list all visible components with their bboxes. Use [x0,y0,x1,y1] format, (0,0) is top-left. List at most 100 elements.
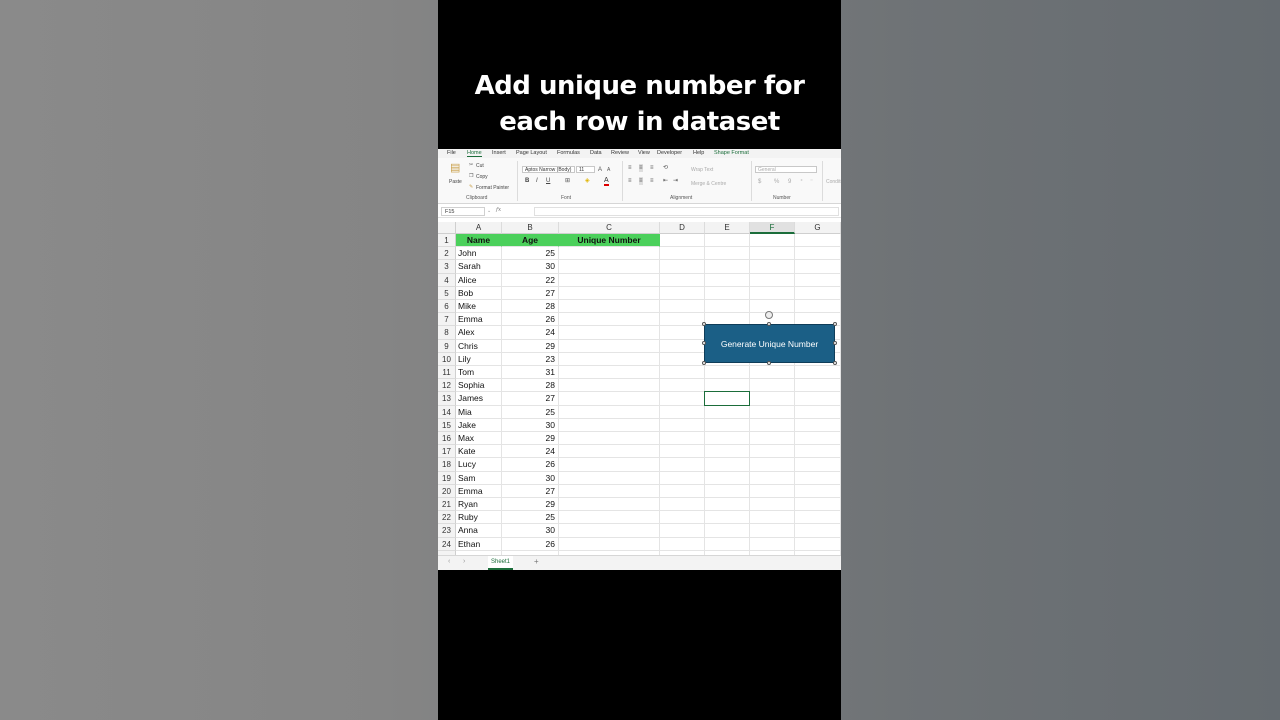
row-header[interactable]: 18 [438,458,456,472]
cell[interactable] [559,524,660,538]
cell[interactable] [559,260,660,274]
cell[interactable] [795,458,841,472]
header-cell-name[interactable]: Name [456,234,502,248]
align-left-icon[interactable]: ≡ [628,177,632,185]
formula-input[interactable] [534,207,839,216]
cell[interactable] [660,313,705,327]
row-header[interactable]: 19 [438,471,456,485]
cell[interactable] [795,445,841,459]
cell[interactable] [660,418,705,432]
cell[interactable] [660,286,705,300]
cell[interactable] [705,471,750,485]
number-format-select[interactable]: General [755,166,817,173]
worksheet-grid[interactable]: A B C D E F G 1 Name Age Unique Number 2 John… [438,221,841,555]
cell[interactable] [559,339,660,353]
cell[interactable] [795,234,841,248]
increase-decimal-icon[interactable]: ⁺ [800,178,803,186]
comma-icon[interactable]: 9 [788,178,791,186]
fill-color-icon[interactable]: ◈ [585,177,590,185]
cell[interactable] [705,234,750,248]
cell-name[interactable]: Alex [456,326,502,340]
cell[interactable] [750,273,795,287]
cell[interactable] [750,471,795,485]
cell-name[interactable]: Kate [456,445,502,459]
tab-file[interactable]: File [447,150,456,156]
cell[interactable] [750,511,795,525]
cell[interactable] [750,300,795,314]
cell[interactable] [660,300,705,314]
cell-name[interactable]: Bob [456,286,502,300]
add-sheet-button[interactable]: + [534,557,539,566]
cell[interactable] [795,498,841,512]
cell[interactable] [559,511,660,525]
cell[interactable] [705,537,750,551]
align-center-icon[interactable]: ≡ [639,177,643,185]
cell[interactable] [660,247,705,261]
cell[interactable] [660,392,705,406]
cell[interactable] [660,379,705,393]
tab-developer[interactable]: Developer [657,150,682,156]
cell[interactable] [750,247,795,261]
row-header[interactable]: 17 [438,445,456,459]
shape-resize-handle[interactable] [833,322,837,326]
align-right-icon[interactable]: ≡ [650,177,654,185]
cell[interactable] [750,286,795,300]
decrease-decimal-icon[interactable]: ⁻ [810,178,813,186]
cell[interactable] [795,471,841,485]
cell[interactable] [559,484,660,498]
cell[interactable] [750,260,795,274]
cell[interactable] [705,484,750,498]
cell[interactable] [750,392,795,406]
cell-name[interactable]: Jake [456,418,502,432]
sheet-nav-next-icon[interactable]: › [463,558,465,565]
tab-review[interactable]: Review [611,150,629,156]
cell-name[interactable]: Anna [456,524,502,538]
cell[interactable] [705,445,750,459]
cell[interactable] [750,379,795,393]
cell[interactable] [559,458,660,472]
cell-age[interactable]: 27 [502,484,559,498]
cell-age[interactable]: 27 [502,286,559,300]
cell[interactable] [795,484,841,498]
orientation-icon[interactable]: ⟲ [663,164,668,172]
shape-resize-handle[interactable] [702,322,706,326]
paste-button[interactable]: Paste [449,179,462,185]
cell-age[interactable]: 30 [502,418,559,432]
tab-data[interactable]: Data [590,150,602,156]
column-header-d[interactable]: D [660,222,705,234]
shape-resize-handle[interactable] [833,361,837,365]
row-header[interactable]: 6 [438,300,456,314]
cell[interactable] [660,458,705,472]
paste-icon[interactable]: ▤ [450,163,460,174]
cell[interactable] [559,498,660,512]
cell-age[interactable]: 30 [502,471,559,485]
name-box[interactable]: F15 [441,207,485,216]
row-header[interactable]: 12 [438,379,456,393]
row-header[interactable]: 16 [438,432,456,446]
cell[interactable] [750,458,795,472]
cell-age[interactable]: 24 [502,445,559,459]
insert-function-button[interactable]: fx [496,207,501,213]
column-header-f[interactable]: F [750,222,795,234]
cell[interactable] [705,498,750,512]
currency-icon[interactable]: $ [758,178,761,186]
cell-age[interactable]: 30 [502,524,559,538]
underline-button[interactable]: U [546,178,550,184]
align-bottom-icon[interactable]: ≡ [650,164,654,172]
cell-age[interactable]: 24 [502,326,559,340]
cell[interactable] [559,537,660,551]
cell-age[interactable]: 23 [502,352,559,366]
cell[interactable] [705,366,750,380]
tab-shape-format[interactable]: Shape Format [714,150,749,156]
row-header[interactable]: 8 [438,326,456,340]
cell[interactable] [705,300,750,314]
cell[interactable] [660,524,705,538]
cell[interactable] [660,445,705,459]
cell-age[interactable]: 25 [502,247,559,261]
cell-name[interactable]: Lily [456,352,502,366]
cell-age[interactable]: 31 [502,366,559,380]
cell[interactable] [795,405,841,419]
cell[interactable] [559,273,660,287]
cell[interactable] [705,458,750,472]
cell[interactable] [559,418,660,432]
